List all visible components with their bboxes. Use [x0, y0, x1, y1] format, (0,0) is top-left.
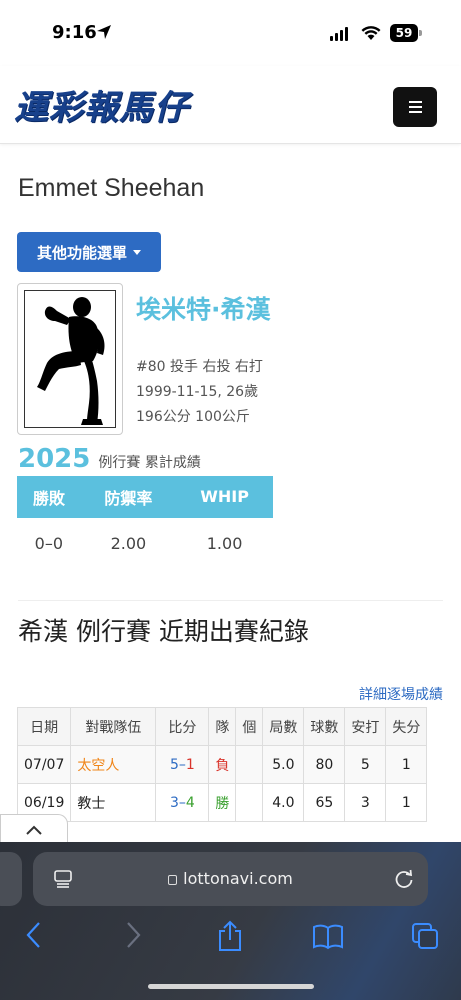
season-stats-heading: 2025 例行賽 累計成績 — [18, 444, 201, 474]
player-position-info: #80 投手 右投 右打 — [136, 359, 263, 375]
game-individual-result — [235, 745, 264, 784]
player-photo — [17, 283, 123, 435]
table-row: 06/19 教士 3–4 勝 4.0 65 3 1 — [17, 783, 428, 822]
battery-tip — [419, 30, 422, 36]
section-divider — [18, 600, 443, 601]
game-team-result: 負 — [208, 745, 237, 784]
score-opponent: 1 — [185, 756, 195, 773]
player-name-english: Emmet Sheehan — [18, 174, 205, 202]
game-date: 07/07 — [17, 745, 72, 784]
col-header-hits: 安打 — [344, 707, 387, 746]
browser-toolbar — [0, 920, 461, 960]
menu-line — [408, 101, 422, 103]
game-score: 3–4 — [155, 783, 210, 822]
game-team-result: 勝 — [208, 783, 237, 822]
menu-line — [408, 111, 422, 113]
share-icon[interactable] — [216, 920, 244, 952]
game-opponent[interactable]: 教士 — [70, 783, 157, 822]
recent-games-title: 希漢 例行賽 近期出賽紀錄 — [18, 617, 309, 646]
stats-header-whip: WHIP — [176, 476, 273, 518]
wifi-icon — [361, 26, 381, 40]
stats-value-whip: 1.00 — [176, 517, 273, 568]
stats-value-win-loss: 0–0 — [17, 517, 81, 568]
game-innings: 4.0 — [262, 783, 305, 822]
chevron-up-icon — [26, 825, 42, 835]
back-icon[interactable] — [24, 920, 44, 950]
caret-down-icon — [133, 249, 141, 255]
status-bar: 9:16 59 — [0, 0, 461, 66]
col-header-pitches: 球數 — [303, 707, 346, 746]
col-header-score: 比分 — [155, 707, 210, 746]
reload-icon[interactable] — [393, 868, 415, 890]
previous-tab-card[interactable] — [0, 852, 22, 906]
col-header-opponent: 對戰隊伍 — [70, 707, 157, 746]
score-team: 5 — [169, 756, 179, 773]
score-separator: – — [178, 756, 186, 773]
col-header-team-result: 隊 — [208, 707, 237, 746]
col-header-innings: 局數 — [262, 707, 305, 746]
forward-icon[interactable] — [123, 920, 143, 950]
tabs-icon[interactable] — [411, 922, 439, 950]
game-individual-result — [235, 783, 264, 822]
col-header-date: 日期 — [17, 707, 72, 746]
url-display[interactable]: lottonavi.com — [33, 869, 428, 888]
hamburger-menu-button[interactable] — [393, 87, 437, 127]
site-header: 運彩報馬仔 — [0, 66, 461, 144]
season-stats-table: 勝敗 防禦率 WHIP 0–0 2.00 1.00 — [17, 476, 273, 568]
game-runs: 1 — [385, 745, 428, 784]
game-innings: 5.0 — [262, 745, 305, 784]
season-label: 例行賽 累計成績 — [98, 455, 201, 471]
battery-icon: 59 — [390, 24, 418, 42]
game-opponent[interactable]: 太空人 — [70, 745, 157, 784]
lock-icon — [168, 875, 178, 885]
pitcher-silhouette-icon — [37, 297, 105, 425]
bookmarks-icon[interactable] — [312, 924, 344, 950]
detailed-game-log-link[interactable]: 詳細逐場成績 — [359, 684, 443, 704]
col-header-individual-result: 個 — [235, 707, 264, 746]
browser-bottom-bar: lottonavi.com — [0, 842, 461, 1000]
url-text: lottonavi.com — [183, 869, 293, 888]
clock: 9:16 — [52, 22, 97, 43]
player-birth-info: 1999-11-15, 26歲 — [136, 384, 259, 400]
score-separator: – — [178, 794, 186, 811]
menu-line — [408, 106, 422, 108]
score-opponent: 4 — [185, 794, 195, 811]
location-arrow-icon — [97, 25, 111, 39]
score-team: 3 — [169, 794, 179, 811]
player-body-info: 196公分 100公斤 — [136, 409, 250, 425]
home-indicator — [148, 984, 314, 989]
recent-games-table-scroll[interactable]: 日期 對戰隊伍 比分 隊 個 局數 球數 安打 失分 07/07 太空人 5–1… — [17, 707, 443, 822]
collapse-tab-button[interactable] — [0, 814, 68, 844]
game-pitches: 80 — [303, 745, 346, 784]
stats-header-era: 防禦率 — [80, 476, 177, 518]
player-name-chinese: 埃米特·希漢 — [136, 295, 271, 324]
stats-value-era: 2.00 — [80, 517, 177, 568]
season-year: 2025 — [18, 444, 91, 474]
function-menu-dropdown-button[interactable]: 其他功能選單 — [17, 232, 161, 272]
game-score: 5–1 — [155, 745, 210, 784]
site-logo[interactable]: 運彩報馬仔 — [14, 80, 189, 129]
table-row: 07/07 太空人 5–1 負 5.0 80 5 1 — [17, 745, 428, 784]
recent-games-table: 日期 對戰隊伍 比分 隊 個 局數 球數 安打 失分 07/07 太空人 5–1… — [17, 707, 428, 822]
address-bar[interactable]: lottonavi.com — [33, 852, 428, 906]
col-header-runs: 失分 — [385, 707, 428, 746]
function-menu-label: 其他功能選單 — [36, 243, 127, 262]
game-pitches: 65 — [303, 783, 346, 822]
game-runs: 1 — [385, 783, 428, 822]
game-hits: 5 — [344, 745, 387, 784]
stats-header-win-loss: 勝敗 — [17, 476, 81, 518]
cellular-signal-icon — [330, 27, 348, 41]
game-hits: 3 — [344, 783, 387, 822]
